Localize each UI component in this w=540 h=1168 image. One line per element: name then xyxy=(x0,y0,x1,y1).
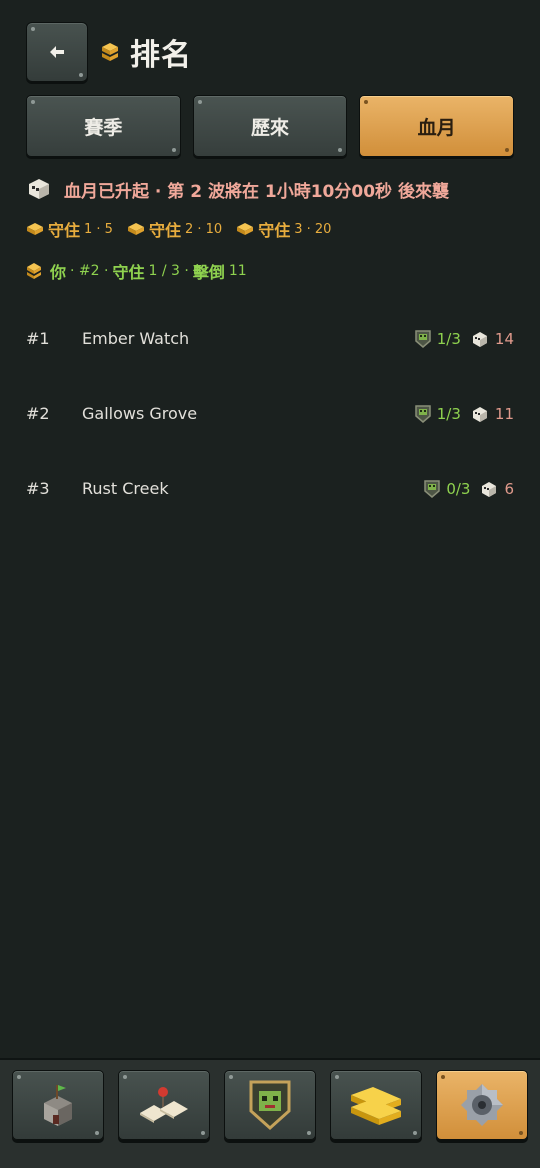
row-guard: 0/3 xyxy=(446,479,471,498)
blood-moon-notice: 血月已升起 · 第 2 波將在 1小時10分00秒 後來襲 xyxy=(26,173,449,205)
tab-label: 賽季 xyxy=(84,116,123,139)
row-rank: #2 xyxy=(26,404,50,423)
gold-bar-icon xyxy=(102,43,118,61)
row-guard: 1/3 xyxy=(436,329,461,348)
reward-tier: 守住 2 · 10 xyxy=(127,217,222,241)
reward-tier: 守住 1 · 5 xyxy=(26,217,113,241)
tab-blood-moon[interactable]: 血月 xyxy=(359,95,515,157)
title-wrap: 排名 xyxy=(100,30,192,74)
row-kills: 11 xyxy=(494,404,514,423)
leaderboard-row[interactable]: #3 Rust Creek 0/3 6 xyxy=(26,451,514,526)
leaderboard-row[interactable]: #1 Ember Watch 1/3 14 xyxy=(26,301,514,376)
reward-tiers: 守住 1 · 5 守住 2 · 10 守住 3 · 20 xyxy=(26,216,345,242)
you-hold-value: 1 / 3 · xyxy=(148,263,189,279)
gold-bar-icon xyxy=(237,223,254,235)
header: 排名 xyxy=(26,22,192,82)
leaderboard-list: #1 Ember Watch 1/3 14 #2 Gallows Grove 1… xyxy=(26,302,514,526)
reward-tier: 守住 3 · 20 xyxy=(236,217,331,241)
zombie-shield-icon xyxy=(415,329,431,348)
nav-gold-button[interactable] xyxy=(330,1070,422,1140)
tab-label: 歷來 xyxy=(251,116,290,139)
reward-label: 守住 xyxy=(48,221,81,240)
reward-label: 守住 xyxy=(258,221,291,240)
gold-bars-icon xyxy=(351,1087,401,1125)
page-title: 排名 xyxy=(130,38,192,73)
tower-icon xyxy=(44,1085,72,1126)
leaderboard-row[interactable]: #2 Gallows Grove 1/3 11 xyxy=(26,376,514,451)
row-name: Ember Watch xyxy=(82,329,190,348)
row-stats: 1/3 14 xyxy=(415,330,514,348)
row-name: Gallows Grove xyxy=(82,404,198,423)
gold-bar-icon xyxy=(127,223,144,235)
skull-icon xyxy=(29,179,49,199)
arrow-left-icon xyxy=(50,46,64,58)
back-button[interactable] xyxy=(26,22,88,82)
row-kills: 14 xyxy=(494,329,514,348)
bottom-nav xyxy=(0,1058,540,1168)
skull-icon xyxy=(482,481,497,497)
reward-value: 1 · 5 xyxy=(84,221,113,237)
you-hold-label: 守住 xyxy=(112,263,145,282)
row-name: Rust Creek xyxy=(82,479,169,498)
tab-bar: 賽季 歷來 血月 xyxy=(26,95,515,157)
tab-season[interactable]: 賽季 xyxy=(26,95,181,157)
your-standing: 你 · #2 · 守住 1 / 3 · 擊倒 11 xyxy=(26,257,247,285)
zombie-shield-icon xyxy=(249,1080,291,1131)
row-kills: 6 xyxy=(504,479,514,498)
nav-tower-button[interactable] xyxy=(12,1070,104,1140)
tab-all-time[interactable]: 歷來 xyxy=(192,95,348,157)
skull-icon xyxy=(472,406,487,422)
row-stats: 1/3 11 xyxy=(415,405,514,423)
row-guard: 1/3 xyxy=(436,404,461,423)
map-pin-icon xyxy=(140,1087,188,1123)
nav-settings-button[interactable] xyxy=(436,1070,528,1140)
nav-map-button[interactable] xyxy=(118,1070,210,1140)
row-rank: #3 xyxy=(26,479,50,498)
blood-moon-text: 血月已升起 · 第 2 波將在 1小時10分00秒 後來襲 xyxy=(64,181,449,202)
row-stats: 0/3 6 xyxy=(424,480,514,498)
you-label: 你 xyxy=(50,263,67,282)
gear-icon xyxy=(461,1084,503,1126)
reward-value: 3 · 20 xyxy=(294,221,332,237)
zombie-shield-icon xyxy=(424,479,441,498)
reward-label: 守住 xyxy=(148,221,181,240)
nav-zombies-button[interactable] xyxy=(224,1070,316,1140)
you-kill-label: 擊倒 xyxy=(192,263,225,282)
tab-label: 血月 xyxy=(417,116,456,139)
you-rank: · #2 · xyxy=(70,263,109,279)
reward-value: 2 · 10 xyxy=(184,221,223,237)
gold-bar-icon xyxy=(27,223,43,235)
skull-icon xyxy=(472,331,487,347)
row-rank: #1 xyxy=(26,329,50,348)
you-kill-value: 11 xyxy=(228,263,247,279)
zombie-shield-icon xyxy=(415,404,431,423)
gold-bar-icon xyxy=(27,263,41,279)
